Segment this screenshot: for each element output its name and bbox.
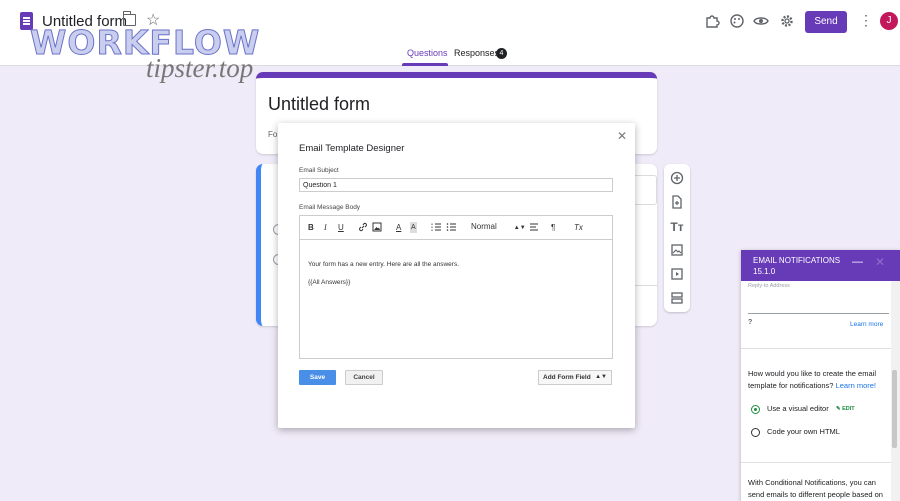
bullet-list-icon[interactable] [446,222,456,235]
cancel-button[interactable]: Cancel [345,370,383,385]
add-section-icon[interactable] [669,291,685,307]
avatar[interactable]: J [880,12,898,30]
more-vert-icon[interactable]: ⋮ [859,12,873,29]
preview-eye-icon[interactable] [753,13,769,29]
close-icon[interactable]: ✕ [875,255,885,269]
text-direction-icon[interactable]: ¶ [551,222,555,233]
option-custom-html[interactable]: Code your own HTML [767,426,900,438]
email-template-modal: ✕ Email Template Designer Email Subject … [278,123,635,428]
email-subject-label: Email Subject [299,167,339,174]
palette-icon[interactable] [729,13,745,29]
import-questions-icon[interactable] [669,195,685,211]
body-text-line: Your form has a new entry. Here are all … [308,261,460,268]
italic-button[interactable]: I [324,222,327,233]
add-question-icon[interactable] [669,171,685,187]
divider [741,462,891,463]
editor-toolbar: B I U A A Normal ▲▼ ¶ Tx [300,216,612,240]
conditional-notifications-text: With Conditional Notifications, you can … [748,478,883,499]
modal-title: Email Template Designer [299,143,405,154]
top-bar: Untitled form ☆ WORKFLOW tipster.top Sen… [0,0,900,82]
align-icon[interactable] [529,222,539,235]
clear-format-button[interactable]: Tx [574,222,583,233]
radio-custom-html[interactable] [751,428,760,437]
underline-button[interactable]: U [338,222,344,233]
format-select-value: Normal [471,222,497,231]
bold-button[interactable]: B [308,222,314,233]
rich-text-editor: B I U A A Normal ▲▼ ¶ Tx Your form has a… [299,215,613,359]
watermark-domain: tipster.top [146,53,254,83]
option-visual-editor[interactable]: Use a visual editor [767,403,900,415]
panel-title: EMAIL NOTIFICATIONS 15.1.0 [753,256,841,276]
pencil-icon: ✎ [836,406,841,412]
settings-gear-icon[interactable] [779,13,795,29]
minimize-icon[interactable]: — [852,256,863,268]
radio-visual-editor[interactable] [751,405,760,414]
font-color-button[interactable]: A [396,222,401,233]
tab-responses[interactable]: Responses [454,48,499,58]
link-icon[interactable] [358,222,368,235]
save-button[interactable]: Save [299,370,336,385]
add-image-icon[interactable] [669,243,685,259]
addons-puzzle-icon[interactable] [704,13,720,29]
template-question: How would you like to create the email t… [748,368,888,392]
ordered-list-icon[interactable] [431,222,441,235]
email-subject-input[interactable] [299,178,613,192]
editor-body[interactable]: Your form has a new entry. Here are all … [308,256,459,292]
edit-link[interactable]: ✎ EDIT [836,406,855,412]
learn-more-link[interactable]: Learn more [850,321,883,328]
select-arrows-icon: ▲▼ [595,374,607,380]
edit-link-label: EDIT [842,406,855,412]
divider [741,348,891,349]
tab-questions[interactable]: Questions [407,48,448,58]
help-icon[interactable]: ? [748,319,752,326]
responses-count-badge: 4 [496,48,507,59]
reply-to-input-underline[interactable] [748,313,889,314]
send-button[interactable]: Send [805,11,847,33]
body-text-placeholder: {{All Answers}} [308,279,351,286]
add-form-field-select[interactable]: Add Form Field ▲▼ [538,370,612,385]
email-notifications-panel: EMAIL NOTIFICATIONS 15.1.0 — ✕ Reply-to … [741,250,900,501]
add-title-icon[interactable]: Tт [669,219,685,235]
format-select[interactable]: Normal ▲▼ [471,222,526,231]
select-arrows-icon: ▲▼ [513,225,526,231]
form-description[interactable]: Fo [268,130,277,139]
panel-header: EMAIL NOTIFICATIONS 15.1.0 — ✕ [741,250,900,281]
close-icon[interactable]: ✕ [617,129,627,143]
background-color-button[interactable]: A [410,222,417,233]
form-title[interactable]: Untitled form [268,94,370,115]
add-form-field-label: Add Form Field [543,374,591,381]
reply-to-placeholder: Reply-to Address [748,283,790,289]
learn-more-link[interactable]: Learn more! [836,381,876,390]
email-body-label: Email Message Body [299,204,361,211]
question-toolbar: Tт [664,164,690,312]
active-tab-indicator [402,63,448,66]
image-icon[interactable] [372,222,382,235]
add-video-icon[interactable] [669,267,685,283]
